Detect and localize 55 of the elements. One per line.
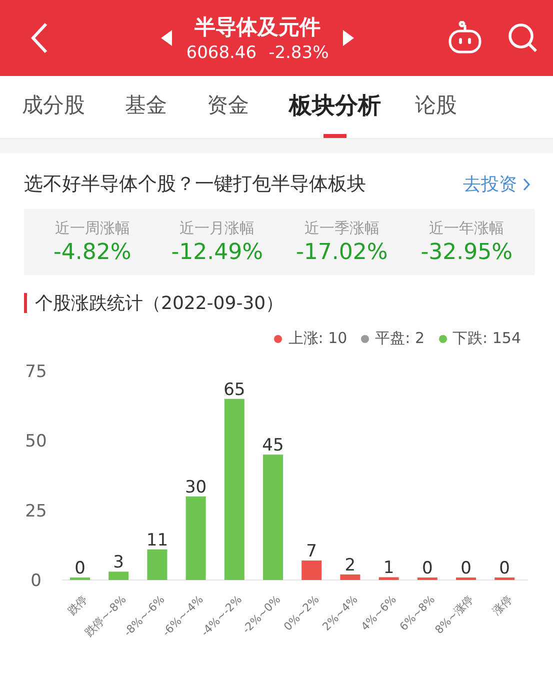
return-value: -32.95% (420, 240, 513, 265)
index-change: -2.83% (268, 43, 329, 63)
bar-value: 45 (262, 436, 284, 456)
next-icon[interactable] (342, 30, 354, 46)
tab[interactable]: 板块分析 (289, 76, 381, 138)
bar (456, 578, 476, 580)
return-label: 近一季涨幅 (304, 219, 380, 238)
bar-value: 30 (184, 477, 207, 498)
legend-label: 平盘: 2 (375, 329, 425, 348)
bar-value: 3 (113, 552, 124, 573)
bar-value: 7 (306, 542, 318, 562)
bar-value: 1 (383, 558, 394, 578)
return-label: 近一月涨幅 (180, 219, 255, 238)
return-value: -17.02% (296, 240, 388, 265)
chevron-right-icon (523, 178, 531, 190)
axis-tick: 25 (25, 501, 47, 522)
bar (302, 560, 322, 580)
bar (70, 578, 90, 580)
legend-label: 下跌: 154 (452, 329, 521, 348)
back-icon[interactable] (30, 22, 48, 54)
search-icon[interactable] (507, 22, 539, 54)
index-price: 6068.46 (186, 43, 257, 63)
bar-value: 2 (344, 555, 356, 576)
robot-icon[interactable] (447, 21, 483, 55)
axis-tick: 0 (30, 571, 42, 591)
axis-label: 涨停 (490, 592, 515, 618)
section-marker (24, 293, 27, 313)
bar-value: 0 (499, 558, 510, 578)
tab[interactable]: 成分股 (22, 76, 85, 138)
section-title: 个股涨跌统计（2022-09-30） (35, 292, 284, 315)
axis-label: 跌停 (65, 592, 90, 618)
bar (340, 574, 360, 580)
bar-value: 0 (460, 558, 472, 578)
legend-label: 上涨: 10 (288, 329, 348, 348)
bar (378, 577, 399, 580)
return-label: 近一周涨幅 (54, 219, 130, 238)
bar-value: 11 (146, 530, 168, 550)
promo-text: 选不好半导体个股？一键打包半导体板块 (24, 172, 366, 197)
tab[interactable]: 论股 (415, 76, 457, 138)
tab[interactable]: 基金 (125, 76, 167, 138)
page-title: 半导体及元件 (194, 14, 320, 41)
previous-icon[interactable] (161, 30, 172, 46)
axis-tick: 50 (25, 432, 47, 452)
return-value: -12.49% (171, 240, 264, 265)
bar-value: 0 (422, 558, 433, 578)
axis-tick: 75 (25, 362, 47, 382)
tab[interactable]: 资金 (207, 76, 249, 138)
bar (494, 578, 515, 580)
bar (147, 549, 168, 580)
bar-value: 0 (74, 558, 86, 578)
return-value: -4.82% (53, 240, 132, 265)
bar (108, 572, 129, 580)
bar (417, 578, 438, 580)
bar-value: 65 (224, 380, 246, 400)
return-label: 近一年涨幅 (429, 219, 504, 238)
